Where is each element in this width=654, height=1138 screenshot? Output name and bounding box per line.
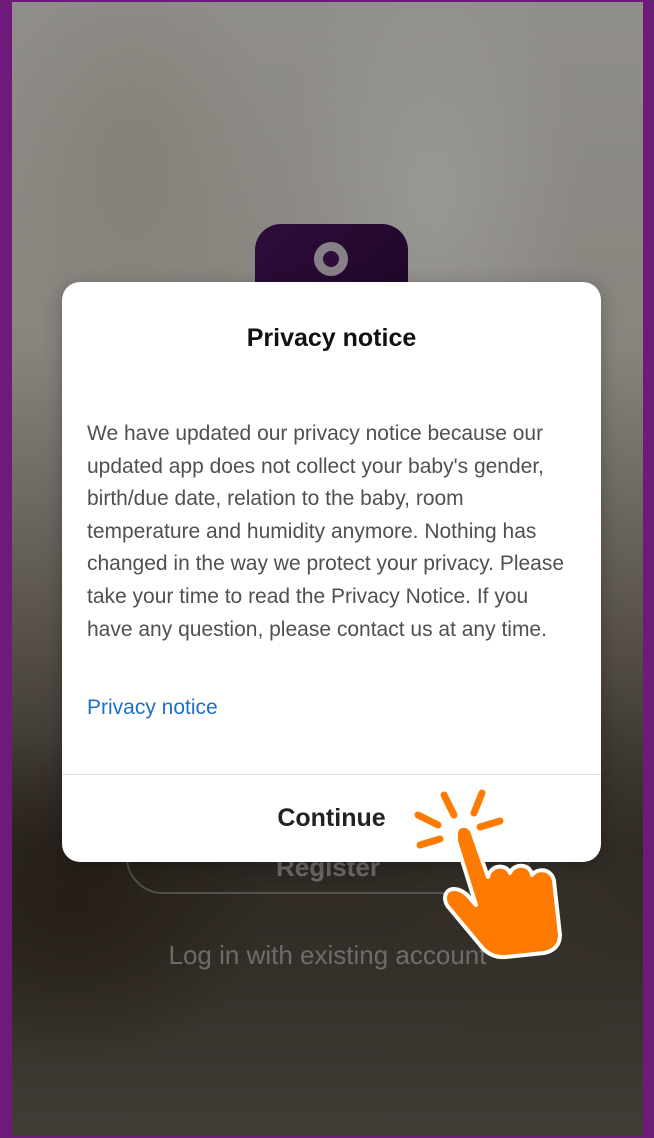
dialog-title: Privacy notice [246, 324, 417, 352]
tap-hand-icon [414, 789, 562, 960]
dialog-body-text: We have updated our privacy notice becau… [87, 422, 565, 641]
privacy-notice-dialog: Privacy notice We have updated our priva… [62, 282, 601, 862]
privacy-notice-link[interactable]: Privacy notice [87, 696, 218, 720]
